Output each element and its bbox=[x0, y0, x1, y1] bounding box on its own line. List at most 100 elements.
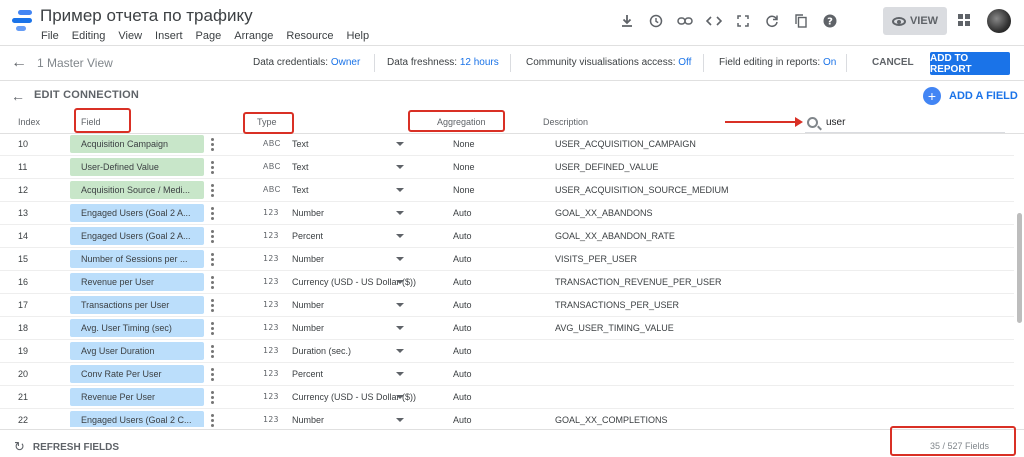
more-options-icon[interactable] bbox=[211, 184, 215, 197]
chevron-down-icon[interactable] bbox=[396, 165, 404, 169]
chevron-down-icon[interactable] bbox=[396, 234, 404, 238]
chevron-down-icon[interactable] bbox=[396, 349, 404, 353]
link-icon[interactable] bbox=[670, 10, 699, 32]
field-aggregation[interactable]: None bbox=[453, 139, 475, 149]
help-icon[interactable]: ? bbox=[815, 10, 844, 32]
chevron-down-icon[interactable] bbox=[396, 188, 404, 192]
menu-help[interactable]: Help bbox=[346, 30, 369, 42]
column-header-index[interactable]: Index bbox=[18, 117, 40, 127]
chevron-down-icon[interactable] bbox=[396, 211, 404, 215]
field-aggregation[interactable]: Auto bbox=[453, 231, 472, 241]
field-chip[interactable]: Revenue Per User bbox=[70, 388, 204, 406]
field-type[interactable]: Percent bbox=[292, 369, 323, 379]
chevron-down-icon[interactable] bbox=[396, 372, 404, 376]
back-arrow-icon[interactable]: ← bbox=[11, 54, 27, 72]
table-scrollbar[interactable] bbox=[1017, 213, 1022, 323]
field-type[interactable]: Text bbox=[292, 139, 309, 149]
field-chip[interactable]: Acquisition Campaign bbox=[70, 135, 204, 153]
more-options-icon[interactable] bbox=[211, 253, 215, 266]
field-type[interactable]: Number bbox=[292, 415, 324, 425]
field-description[interactable]: TRANSACTION_REVENUE_PER_USER bbox=[555, 277, 722, 287]
field-aggregation[interactable]: Auto bbox=[453, 277, 472, 287]
menu-editing[interactable]: Editing bbox=[72, 30, 106, 42]
field-type[interactable]: Number bbox=[292, 208, 324, 218]
chevron-down-icon[interactable] bbox=[396, 418, 404, 422]
more-options-icon[interactable] bbox=[211, 368, 215, 381]
back-arrow-icon[interactable]: ← bbox=[11, 88, 25, 104]
field-chip[interactable]: Number of Sessions per ... bbox=[70, 250, 204, 268]
field-aggregation[interactable]: Auto bbox=[453, 415, 472, 425]
download-icon[interactable] bbox=[612, 10, 641, 32]
field-aggregation[interactable]: Auto bbox=[453, 346, 472, 356]
column-header-description[interactable]: Description bbox=[543, 117, 588, 127]
menu-view[interactable]: View bbox=[118, 30, 142, 42]
more-options-icon[interactable] bbox=[211, 322, 215, 335]
field-chip[interactable]: Avg User Duration bbox=[70, 342, 204, 360]
field-aggregation[interactable]: Auto bbox=[453, 392, 472, 402]
user-avatar[interactable] bbox=[987, 9, 1011, 33]
menu-page[interactable]: Page bbox=[196, 30, 222, 42]
field-description[interactable]: USER_DEFINED_VALUE bbox=[555, 162, 658, 172]
chevron-down-icon[interactable] bbox=[396, 142, 404, 146]
field-type[interactable]: Percent bbox=[292, 231, 323, 241]
field-aggregation[interactable]: Auto bbox=[453, 369, 472, 379]
field-description[interactable]: AVG_USER_TIMING_VALUE bbox=[555, 323, 674, 333]
more-options-icon[interactable] bbox=[211, 299, 215, 312]
field-type[interactable]: Text bbox=[292, 162, 309, 172]
refresh-fields-button[interactable]: ↻ REFRESH FIELDS bbox=[14, 439, 119, 455]
more-options-icon[interactable] bbox=[211, 276, 215, 289]
chevron-down-icon[interactable] bbox=[396, 395, 404, 399]
field-type[interactable]: Number bbox=[292, 254, 324, 264]
more-options-icon[interactable] bbox=[211, 391, 215, 404]
field-chip[interactable]: Revenue per User bbox=[70, 273, 204, 291]
refresh-icon[interactable] bbox=[757, 10, 786, 32]
menu-insert[interactable]: Insert bbox=[155, 30, 183, 42]
copy-icon[interactable] bbox=[786, 10, 815, 32]
field-chip[interactable]: Engaged Users (Goal 2 A... bbox=[70, 227, 204, 245]
more-options-icon[interactable] bbox=[211, 207, 215, 220]
more-options-icon[interactable] bbox=[211, 161, 215, 174]
more-options-icon[interactable] bbox=[211, 414, 215, 427]
field-description[interactable]: VISITS_PER_USER bbox=[555, 254, 637, 264]
report-title[interactable]: Пример отчета по трафику bbox=[40, 6, 253, 26]
field-type[interactable]: Number bbox=[292, 300, 324, 310]
field-aggregation[interactable]: Auto bbox=[453, 254, 472, 264]
field-description[interactable]: TRANSACTIONS_PER_USER bbox=[555, 300, 679, 310]
view-button[interactable]: VIEW bbox=[883, 7, 947, 35]
chevron-down-icon[interactable] bbox=[396, 326, 404, 330]
field-editing-value[interactable]: On bbox=[823, 57, 836, 68]
field-aggregation[interactable]: Auto bbox=[453, 300, 472, 310]
history-icon[interactable] bbox=[641, 10, 670, 32]
field-description[interactable]: GOAL_XX_ABANDON_RATE bbox=[555, 231, 675, 241]
field-aggregation[interactable]: None bbox=[453, 162, 475, 172]
community-visualisations-value[interactable]: Off bbox=[678, 57, 691, 68]
field-chip[interactable]: Conv Rate Per User bbox=[70, 365, 204, 383]
cancel-button[interactable]: CANCEL bbox=[872, 57, 914, 68]
field-description[interactable]: GOAL_XX_COMPLETIONS bbox=[555, 415, 668, 425]
field-type[interactable]: Text bbox=[292, 185, 309, 195]
more-options-icon[interactable] bbox=[211, 345, 215, 358]
menu-file[interactable]: File bbox=[41, 30, 59, 42]
add-field-button[interactable]: + ADD A FIELD bbox=[923, 87, 1018, 105]
data-freshness-value[interactable]: 12 hours bbox=[460, 57, 499, 68]
chevron-down-icon[interactable] bbox=[396, 303, 404, 307]
field-chip[interactable]: User-Defined Value bbox=[70, 158, 204, 176]
field-aggregation[interactable]: Auto bbox=[453, 208, 472, 218]
field-aggregation[interactable]: None bbox=[453, 185, 475, 195]
search-input[interactable] bbox=[826, 114, 1006, 130]
field-description[interactable]: USER_ACQUISITION_CAMPAIGN bbox=[555, 139, 696, 149]
chevron-down-icon[interactable] bbox=[396, 280, 404, 284]
field-aggregation[interactable]: Auto bbox=[453, 323, 472, 333]
menu-arrange[interactable]: Arrange bbox=[234, 30, 273, 42]
field-description[interactable]: USER_ACQUISITION_SOURCE_MEDIUM bbox=[555, 185, 729, 195]
field-description[interactable]: GOAL_XX_ABANDONS bbox=[555, 208, 653, 218]
field-chip[interactable]: Acquisition Source / Medi... bbox=[70, 181, 204, 199]
fullscreen-icon[interactable] bbox=[728, 10, 757, 32]
more-options-icon[interactable] bbox=[211, 230, 215, 243]
more-options-icon[interactable] bbox=[211, 138, 215, 151]
menu-resource[interactable]: Resource bbox=[286, 30, 333, 42]
field-chip[interactable]: Avg. User Timing (sec) bbox=[70, 319, 204, 337]
field-type[interactable]: Number bbox=[292, 323, 324, 333]
field-type[interactable]: Duration (sec.) bbox=[292, 346, 351, 356]
embed-code-icon[interactable] bbox=[699, 10, 728, 32]
